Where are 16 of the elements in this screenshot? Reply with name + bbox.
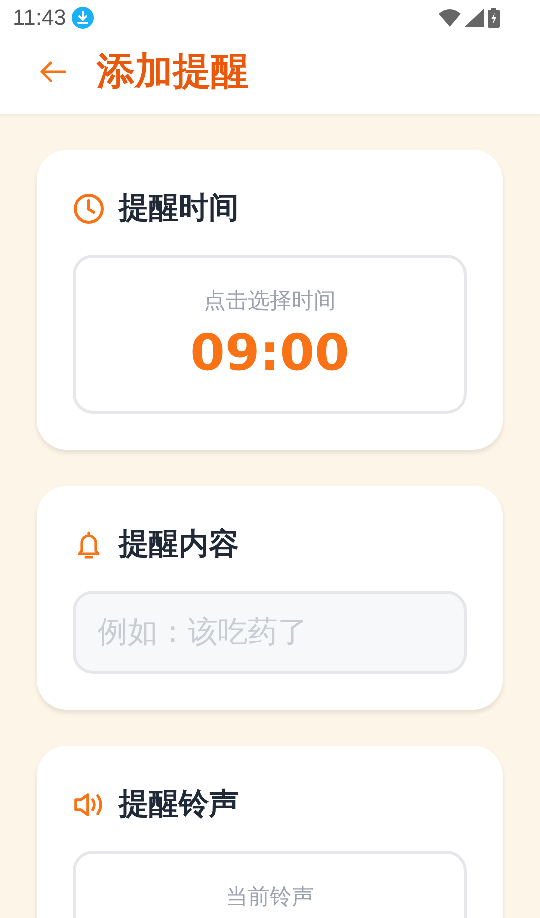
clock-icon	[73, 192, 105, 224]
ringtone-picker[interactable]: 当前铃声	[73, 851, 467, 918]
time-value: 09:00	[190, 326, 350, 381]
ringtone-label: 当前铃声	[226, 884, 314, 912]
page-title: 添加提醒	[97, 48, 249, 94]
battery-icon	[488, 8, 500, 28]
section-title: 提醒铃声	[119, 786, 239, 824]
section-title: 提醒内容	[119, 526, 239, 564]
status-time: 11:43	[13, 5, 66, 31]
time-picker[interactable]: 点击选择时间 09:00	[73, 255, 467, 414]
picker-hint: 点击选择时间	[204, 288, 336, 316]
download-icon	[72, 7, 94, 29]
section-title: 提醒时间	[119, 190, 239, 228]
back-arrow-icon[interactable]	[40, 61, 66, 83]
wifi-icon	[439, 9, 461, 27]
signal-icon	[465, 9, 484, 27]
